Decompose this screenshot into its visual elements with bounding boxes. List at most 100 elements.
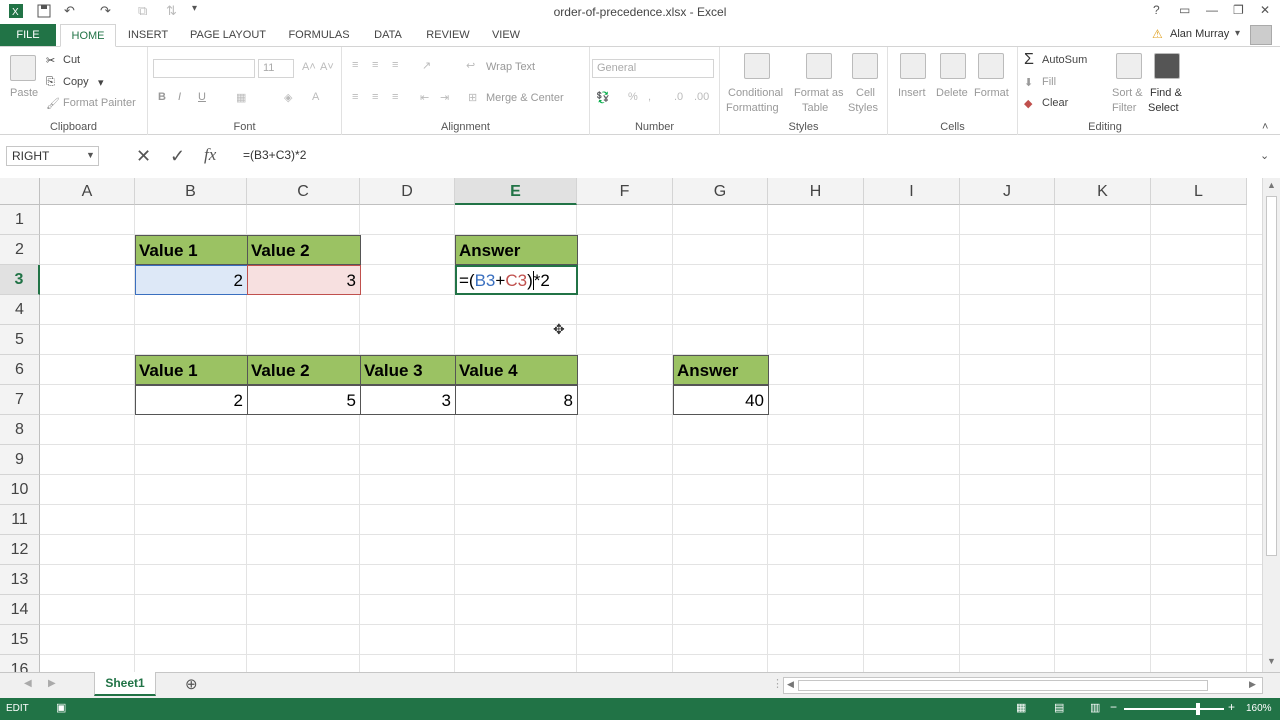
column-header-g[interactable]: G xyxy=(673,178,768,205)
cell-d7[interactable]: 3 xyxy=(360,385,456,415)
vertical-scrollbar[interactable]: ▲ ▼ xyxy=(1262,178,1280,672)
scroll-up-icon[interactable]: ▲ xyxy=(1267,180,1276,190)
cell-b2[interactable]: Value 1 xyxy=(135,235,248,265)
sort-filter-label-1[interactable]: Sort & xyxy=(1112,87,1143,99)
tab-home[interactable]: HOME xyxy=(60,24,116,47)
name-box-dropdown-icon[interactable]: ▼ xyxy=(86,150,95,160)
conditional-formatting-label-1[interactable]: Conditional xyxy=(728,87,783,99)
zoom-in-icon[interactable]: + xyxy=(1228,700,1235,714)
accounting-icon[interactable]: 💱 xyxy=(596,91,610,104)
column-header-b[interactable]: B xyxy=(135,178,247,205)
scroll-left-icon[interactable]: ◀ xyxy=(787,679,794,690)
tab-file[interactable]: FILE xyxy=(0,24,56,47)
fill-color-icon[interactable]: ◈ xyxy=(284,91,292,104)
decrease-font-icon[interactable]: A˅ xyxy=(320,61,334,73)
row-header-12[interactable]: 12 xyxy=(0,535,40,565)
column-header-a[interactable]: A xyxy=(40,178,135,205)
merge-center-button[interactable]: Merge & Center xyxy=(486,92,564,104)
row-header-6[interactable]: 6 xyxy=(0,355,40,385)
find-select-label-2[interactable]: Select xyxy=(1148,102,1179,114)
row-header-7[interactable]: 7 xyxy=(0,385,40,415)
cell-c7[interactable]: 5 xyxy=(247,385,361,415)
row-header-2[interactable]: 2 xyxy=(0,235,40,265)
conditional-formatting-label-2[interactable]: Formatting xyxy=(726,102,779,114)
cell-g6[interactable]: Answer xyxy=(673,355,769,385)
avatar[interactable] xyxy=(1250,25,1272,45)
number-format-dropdown[interactable]: General xyxy=(592,59,714,78)
binoculars-icon[interactable] xyxy=(1154,53,1180,79)
underline-button[interactable]: U xyxy=(198,91,206,103)
user-dropdown-icon[interactable]: ▾ xyxy=(1235,28,1240,39)
format-as-table-label-1[interactable]: Format as xyxy=(794,87,844,99)
merge-icon[interactable]: ⊞ xyxy=(468,91,477,104)
horizontal-scrollbar[interactable]: ◀ ▶ xyxy=(783,677,1263,694)
page-layout-view-icon[interactable]: ▤ xyxy=(1054,701,1064,714)
autosum-button[interactable]: AutoSum xyxy=(1042,54,1087,66)
sort-filter-label-2[interactable]: Filter xyxy=(1112,102,1136,114)
row-header-15[interactable]: 15 xyxy=(0,625,40,655)
cell-b6[interactable]: Value 1 xyxy=(135,355,248,385)
comma-icon[interactable]: , xyxy=(648,91,651,103)
cell-e3-editing[interactable]: =(B3+C3)*2 xyxy=(455,265,578,295)
cell-e7[interactable]: 8 xyxy=(455,385,578,415)
row-header-3[interactable]: 3 xyxy=(0,265,40,295)
increase-font-icon[interactable]: A˄ xyxy=(302,61,316,73)
bold-button[interactable]: B xyxy=(158,91,166,103)
next-sheet-icon[interactable]: ▶ xyxy=(48,678,56,689)
borders-icon[interactable]: ▦ xyxy=(236,91,246,104)
scroll-down-icon[interactable]: ▼ xyxy=(1267,656,1276,666)
prev-sheet-icon[interactable]: ◀ xyxy=(24,678,32,689)
cell-c3[interactable]: 3 xyxy=(247,265,361,295)
page-break-view-icon[interactable]: ▥ xyxy=(1090,701,1100,714)
font-color-icon[interactable]: A xyxy=(312,91,319,103)
tab-page-layout[interactable]: PAGE LAYOUT xyxy=(186,24,270,47)
row-header-16[interactable]: 16 xyxy=(0,655,40,672)
cut-icon[interactable]: ✂ xyxy=(46,54,55,67)
zoom-level[interactable]: 160% xyxy=(1246,703,1272,714)
font-size-dropdown[interactable]: 11 xyxy=(258,59,294,78)
tab-view[interactable]: VIEW xyxy=(486,24,526,47)
delete-cells-icon[interactable] xyxy=(940,53,966,79)
row-header-1[interactable]: 1 xyxy=(0,205,40,235)
tab-formulas[interactable]: FORMULAS xyxy=(282,24,356,47)
decrease-indent-icon[interactable]: ⇤ xyxy=(420,91,429,104)
font-name-dropdown[interactable] xyxy=(153,59,255,78)
orientation-icon[interactable]: ↗ xyxy=(422,59,431,72)
conditional-formatting-icon[interactable] xyxy=(744,53,770,79)
cell-c6[interactable]: Value 2 xyxy=(247,355,361,385)
cell-b3[interactable]: 2 xyxy=(135,265,248,295)
row-header-14[interactable]: 14 xyxy=(0,595,40,625)
align-bottom-icon[interactable]: ≡ xyxy=(392,59,398,71)
cell-b7[interactable]: 2 xyxy=(135,385,248,415)
column-header-j[interactable]: J xyxy=(960,178,1055,205)
align-right-icon[interactable]: ≡ xyxy=(392,91,398,103)
format-cells-icon[interactable] xyxy=(978,53,1004,79)
paste-icon[interactable] xyxy=(10,55,36,81)
column-header-f[interactable]: F xyxy=(577,178,673,205)
cell-g7[interactable]: 40 xyxy=(673,385,769,415)
select-all-corner[interactable] xyxy=(0,178,40,205)
insert-function-button[interactable]: fx xyxy=(204,145,216,165)
row-header-10[interactable]: 10 xyxy=(0,475,40,505)
split-handle-icon[interactable]: ⋮ xyxy=(772,677,783,690)
align-left-icon[interactable]: ≡ xyxy=(352,91,358,103)
user-name[interactable]: Alan Murray xyxy=(1170,28,1229,40)
formula-input[interactable]: =(B3+C3)*2 xyxy=(237,146,1252,166)
row-header-8[interactable]: 8 xyxy=(0,415,40,445)
paste-button[interactable]: Paste xyxy=(10,87,38,99)
fill-icon[interactable]: ⬇ xyxy=(1024,76,1033,89)
decrease-decimal-icon[interactable]: .00 xyxy=(694,91,709,103)
format-as-table-icon[interactable] xyxy=(806,53,832,79)
percent-button[interactable]: % xyxy=(628,91,638,103)
format-cells-button[interactable]: Format xyxy=(974,87,1009,99)
row-header-11[interactable]: 11 xyxy=(0,505,40,535)
copy-dropdown-icon[interactable]: ▾ xyxy=(98,76,104,89)
italic-button[interactable]: I xyxy=(178,91,181,103)
help-button[interactable]: ? xyxy=(1153,3,1160,17)
align-center-icon[interactable]: ≡ xyxy=(372,91,378,103)
column-header-e[interactable]: E xyxy=(455,178,577,205)
row-header-4[interactable]: 4 xyxy=(0,295,40,325)
clear-button[interactable]: Clear xyxy=(1042,97,1068,109)
restore-button[interactable]: ❐ xyxy=(1233,3,1244,17)
copy-icon[interactable]: ⎘ xyxy=(46,76,55,89)
